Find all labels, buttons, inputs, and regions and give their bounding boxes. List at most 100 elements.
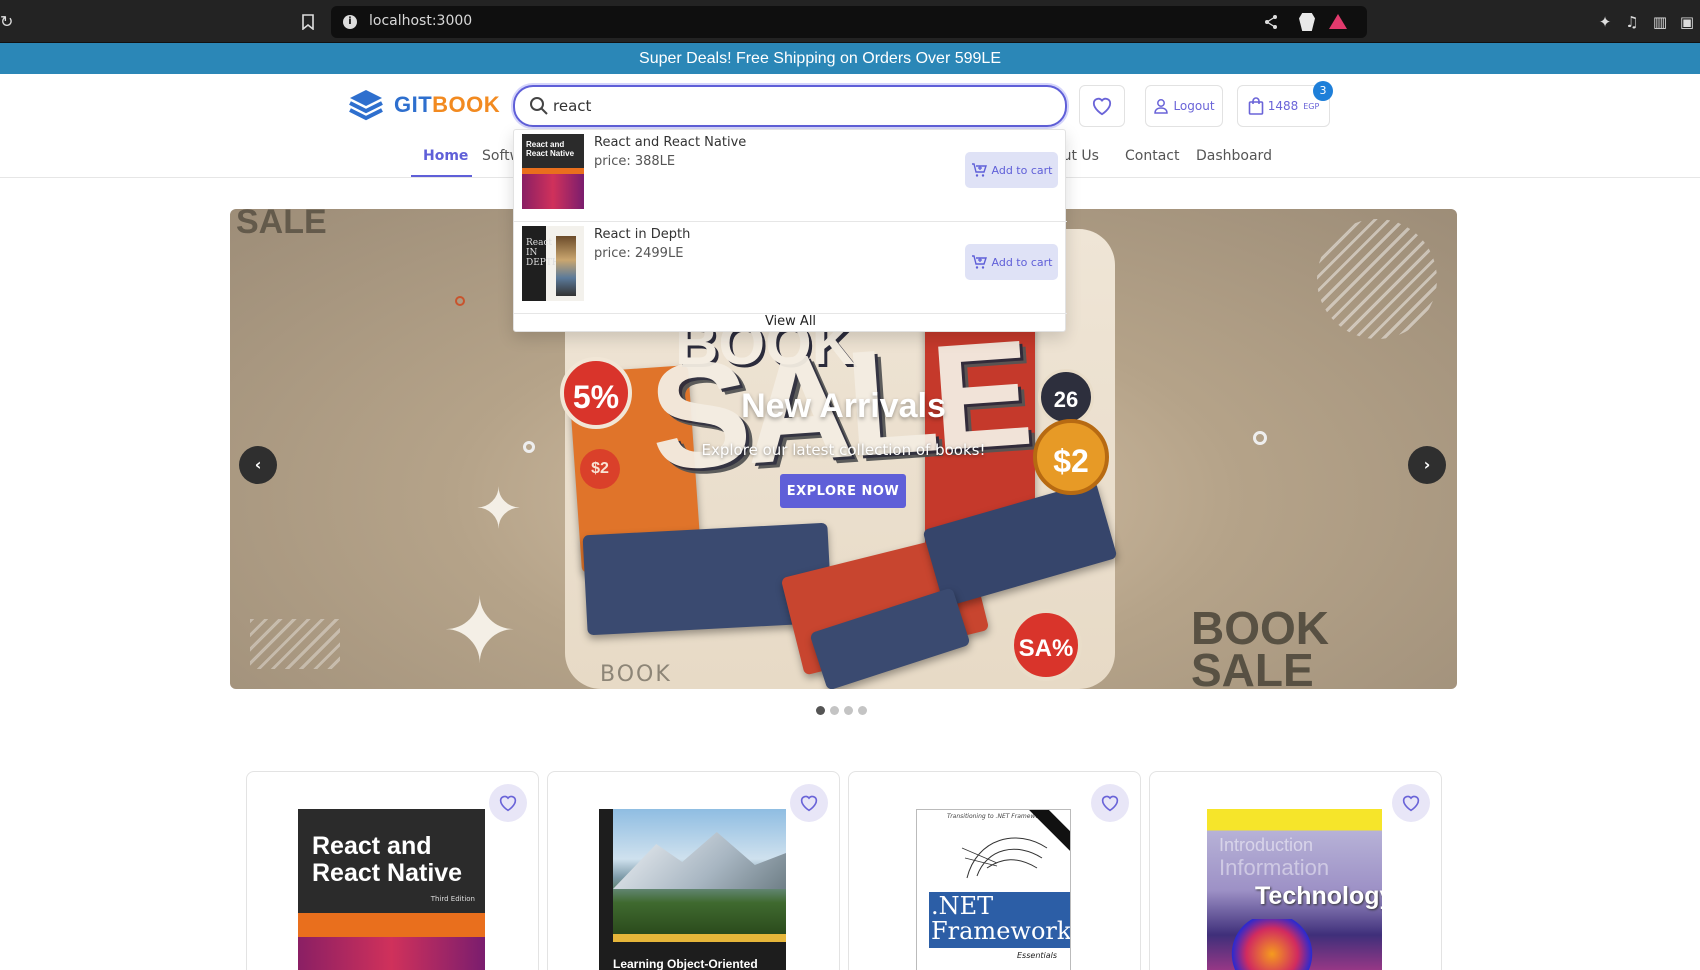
search-input[interactable]	[553, 94, 1033, 118]
hero-decoration	[250, 619, 340, 669]
result-price: price: 2499LE	[594, 246, 684, 261]
nav-dashboard[interactable]: Dashboard	[1196, 148, 1272, 164]
cover-subtitle: Essentials	[1017, 951, 1058, 960]
logout-button[interactable]: Logout	[1145, 85, 1223, 127]
address-bar[interactable]: i localhost:3000	[331, 6, 1367, 38]
logout-label: Logout	[1173, 99, 1215, 113]
cover-art	[1227, 919, 1317, 970]
cover-title: .NET Framework	[931, 892, 1071, 945]
thumb-art	[522, 174, 584, 209]
extensions-icon[interactable]: ✦	[1597, 14, 1613, 30]
product-card[interactable]: Introduction Information Technology	[1149, 771, 1442, 970]
book-cover[interactable]: Learning Object-Oriented	[599, 809, 786, 970]
view-all-link[interactable]: View All	[514, 314, 1067, 329]
result-name[interactable]: React and React Native	[594, 135, 746, 150]
site-logo[interactable]: GITBOOK	[348, 88, 503, 122]
add-to-cart-button[interactable]: Add to cart	[965, 152, 1058, 188]
cart-plus-icon	[971, 163, 987, 177]
hero-title: New Arrivals	[741, 387, 946, 425]
add-to-wishlist-button[interactable]	[1392, 784, 1430, 822]
result-price: price: 388LE	[594, 154, 676, 169]
product-card[interactable]: Learning Object-Oriented	[547, 771, 840, 970]
reload-icon[interactable]: ↻	[0, 14, 16, 30]
site-info-icon[interactable]: i	[343, 15, 357, 29]
heart-icon	[800, 795, 818, 812]
book-cover[interactable]: Introduction Information Technology	[1207, 809, 1382, 970]
nav-contact[interactable]: Contact	[1125, 148, 1179, 164]
slider-dot[interactable]	[858, 706, 867, 715]
heart-icon	[1101, 795, 1119, 812]
search-result-item[interactable]: React IN DEPTH React in Depth price: 249…	[514, 222, 1067, 314]
heart-icon	[499, 795, 517, 812]
promo-text: Super Deals! Free Shipping on Orders Ove…	[639, 50, 1001, 67]
search-icon	[530, 97, 548, 115]
slider-dots	[816, 706, 867, 715]
hero-book-sale-label: BOOK SALE	[1191, 602, 1329, 689]
add-to-cart-label: Add to cart	[991, 163, 1053, 177]
logo-text-book: BOOK	[432, 92, 501, 117]
thumb-title: React and React Native	[526, 140, 575, 158]
search-box[interactable]	[513, 85, 1067, 127]
chevron-left-icon: ‹	[254, 455, 262, 474]
cover-title-line: Technology	[1255, 882, 1382, 910]
chevron-right-icon: ›	[1423, 455, 1431, 474]
browser-toolbar: ↻ i localhost:3000 ✦ ♫ ▥ ▣	[0, 0, 1700, 43]
cover-stripe	[613, 934, 786, 942]
cover-title-line: Introduction	[1219, 835, 1314, 855]
cover-title: Learning Object-Oriented	[613, 957, 758, 970]
product-card[interactable]: Transitioning to .NET Framework .NET Fra…	[848, 771, 1141, 970]
book-cover-thumbnail: React IN DEPTH	[522, 226, 584, 301]
slider-prev-button[interactable]: ‹	[239, 446, 277, 484]
slider-next-button[interactable]: ›	[1408, 446, 1446, 484]
cart-count-badge: 3	[1313, 81, 1333, 101]
book-cover[interactable]: Transitioning to .NET Framework .NET Fra…	[916, 809, 1071, 970]
thumb-title: React IN DEPTH	[526, 238, 560, 268]
slider-dot[interactable]	[830, 706, 839, 715]
hero-decoration	[1317, 219, 1437, 339]
shrimp-illustration	[961, 837, 1048, 879]
search-results-dropdown: React and React Native React and React N…	[513, 129, 1067, 332]
cover-title-line: Information	[1219, 855, 1330, 880]
wishlist-button[interactable]	[1079, 85, 1125, 127]
slider-dot[interactable]	[816, 706, 825, 715]
sidebar-icon[interactable]: ▥	[1652, 14, 1668, 30]
add-to-wishlist-button[interactable]	[1091, 784, 1129, 822]
hero-sale-corner-text: SALE	[236, 209, 327, 241]
cover-title: React and React Native	[312, 832, 463, 887]
add-to-wishlist-button[interactable]	[489, 784, 527, 822]
hero-faint-text: BOOK	[600, 662, 672, 687]
search-result-item[interactable]: React and React Native React and React N…	[514, 130, 1067, 222]
product-card[interactable]: React and React Native Third Edition	[246, 771, 539, 970]
brave-rewards-icon[interactable]	[1329, 14, 1347, 29]
cart-total: 1488	[1267, 99, 1299, 113]
heart-icon	[1092, 97, 1112, 116]
url-text: localhost:3000	[369, 13, 473, 29]
hero-coin: SA%	[1010, 609, 1082, 681]
hero-book-sale-text: BOOK SALE	[1191, 605, 1329, 689]
sparkle-icon: ✦	[475, 477, 522, 542]
add-to-wishlist-button[interactable]	[790, 784, 828, 822]
media-icon[interactable]: ♫	[1624, 14, 1640, 30]
logo-text: GITBOOK	[394, 92, 500, 118]
hero-subtitle: Explore our latest collection of books!	[701, 441, 986, 459]
cart-plus-icon	[971, 255, 987, 269]
slider-dot[interactable]	[844, 706, 853, 715]
share-icon[interactable]	[1263, 14, 1279, 30]
hero-decoration	[455, 296, 465, 306]
cover-stripe	[298, 913, 485, 937]
sparkle-icon: ✦	[442, 579, 518, 684]
nav-home[interactable]: Home	[423, 148, 468, 164]
wallet-icon[interactable]: ▣	[1679, 14, 1695, 30]
thumb-figure	[556, 236, 576, 296]
shopping-bag-icon	[1248, 97, 1263, 115]
cover-art	[298, 937, 485, 970]
cover-edition: Third Edition	[430, 895, 475, 903]
logo-icon	[348, 88, 384, 122]
add-to-cart-button[interactable]: Add to cart	[965, 244, 1058, 280]
bookmark-icon[interactable]	[301, 14, 315, 30]
explore-now-button[interactable]: EXPLORE NOW	[780, 474, 906, 508]
book-cover[interactable]: React and React Native Third Edition	[298, 809, 485, 970]
brave-shield-icon[interactable]	[1299, 13, 1315, 31]
cart-currency: EGP	[1303, 101, 1320, 111]
result-name[interactable]: React in Depth	[594, 227, 690, 242]
